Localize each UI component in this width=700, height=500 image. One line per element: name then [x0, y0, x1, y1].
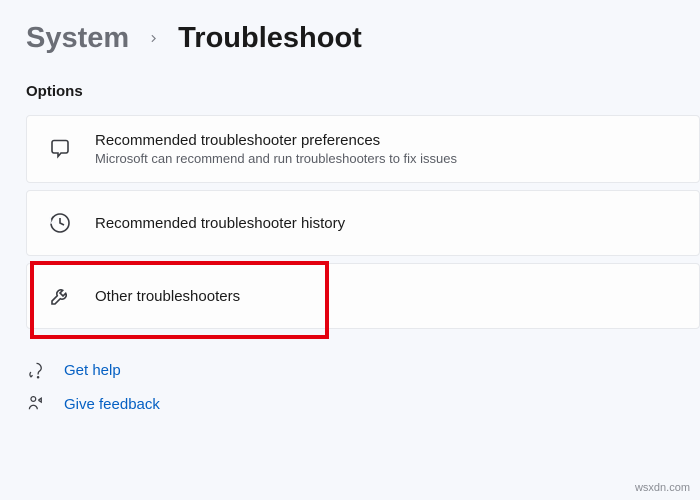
- feedback-icon: [26, 394, 46, 414]
- breadcrumb-root[interactable]: System: [26, 22, 129, 55]
- breadcrumb: System Troubleshoot: [0, 0, 700, 65]
- give-feedback-link[interactable]: Give feedback: [26, 394, 674, 414]
- section-label: Options: [0, 65, 700, 108]
- get-help-link[interactable]: Get help: [26, 360, 674, 380]
- option-subtitle: Microsoft can recommend and run troubles…: [95, 151, 457, 166]
- footer-links: Get help Give feedback: [0, 336, 700, 414]
- option-text: Recommended troubleshooter history: [95, 215, 345, 232]
- option-title: Other troubleshooters: [95, 288, 240, 305]
- footer-link-label: Get help: [64, 362, 121, 379]
- help-icon: [26, 360, 46, 380]
- page-title: Troubleshoot: [178, 22, 362, 55]
- option-title: Recommended troubleshooter history: [95, 215, 345, 232]
- footer-link-label: Give feedback: [64, 396, 160, 413]
- option-title: Recommended troubleshooter preferences: [95, 132, 457, 149]
- chevron-right-icon: [147, 32, 160, 45]
- option-text: Recommended troubleshooter preferences M…: [95, 132, 457, 166]
- chat-icon: [47, 136, 73, 162]
- watermark: wsxdn.com: [635, 482, 690, 494]
- option-preferences[interactable]: Recommended troubleshooter preferences M…: [26, 115, 700, 183]
- option-history[interactable]: Recommended troubleshooter history: [26, 190, 700, 256]
- option-other-troubleshooters[interactable]: Other troubleshooters: [26, 263, 700, 329]
- option-text: Other troubleshooters: [95, 288, 240, 305]
- history-icon: [47, 210, 73, 236]
- wrench-icon: [47, 283, 73, 309]
